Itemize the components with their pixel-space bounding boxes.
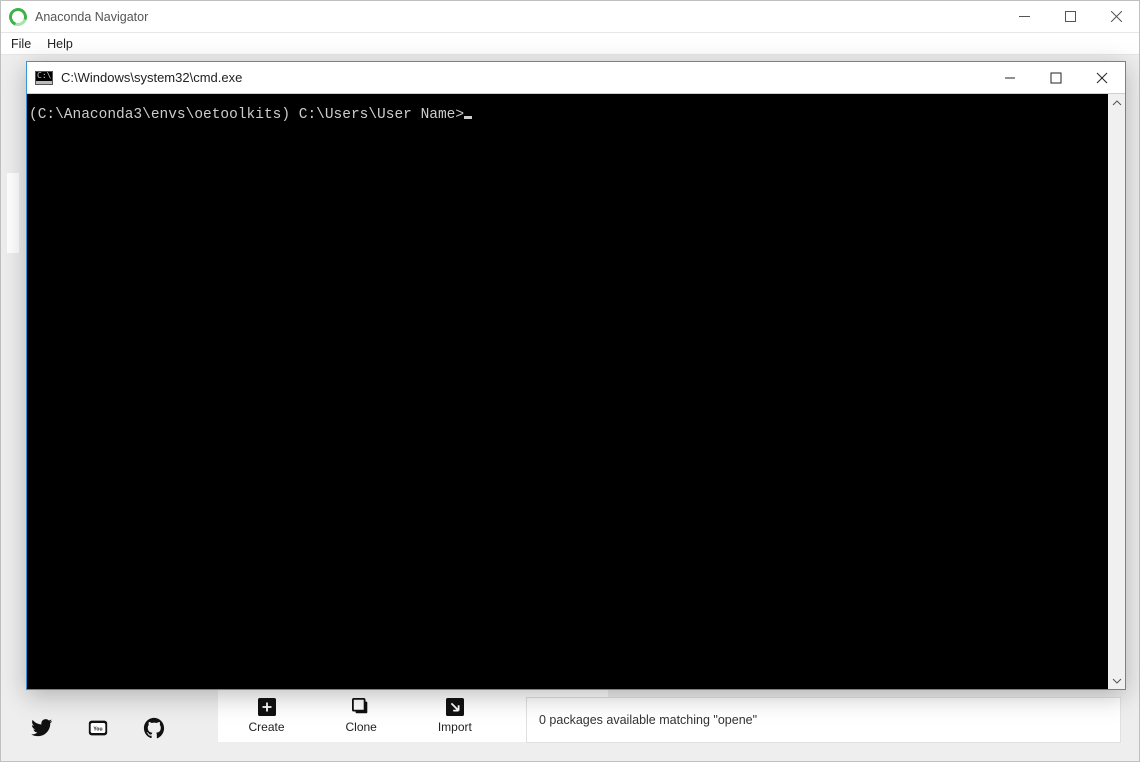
navigator-menubar: File Help [1, 33, 1139, 55]
cmd-body: (C:\Anaconda3\envs\oetoolkits) C:\Users\… [27, 94, 1125, 689]
navigator-maximize-button[interactable] [1047, 1, 1093, 32]
env-clone-label: Clone [345, 720, 376, 734]
cmd-window: C:\Windows\system32\cmd.exe (C:\Anaconda… [26, 61, 1126, 690]
svg-text:You: You [93, 726, 102, 732]
env-clone-button[interactable]: Clone [345, 698, 376, 734]
cmd-scrollbar[interactable] [1108, 94, 1125, 689]
cmd-terminal[interactable]: (C:\Anaconda3\envs\oetoolkits) C:\Users\… [27, 94, 1108, 689]
github-icon[interactable] [141, 717, 167, 739]
import-icon [446, 698, 464, 716]
chevron-down-icon [1112, 676, 1122, 686]
env-create-label: Create [248, 720, 284, 734]
navigator-close-button[interactable] [1093, 1, 1139, 32]
navigator-minimize-button[interactable] [1001, 1, 1047, 32]
env-create-button[interactable]: Create [248, 698, 284, 734]
cmd-close-button[interactable] [1079, 62, 1125, 93]
cmd-title: C:\Windows\system32\cmd.exe [61, 70, 987, 85]
menu-help[interactable]: Help [47, 37, 73, 51]
packages-status-text: 0 packages available matching "opene" [539, 713, 757, 727]
clone-icon [352, 698, 370, 716]
twitter-icon[interactable] [29, 717, 55, 739]
plus-square-icon [258, 698, 276, 716]
navigator-title: Anaconda Navigator [35, 10, 1001, 24]
navigator-social-links: You [29, 717, 167, 739]
youtube-icon[interactable]: You [85, 717, 111, 739]
cmd-window-controls [987, 62, 1125, 93]
navigator-window-controls [1001, 1, 1139, 32]
menu-file[interactable]: File [11, 37, 31, 51]
chevron-up-icon [1112, 98, 1122, 108]
scrollbar-down-button[interactable] [1108, 672, 1125, 689]
cmd-icon [35, 71, 53, 85]
anaconda-logo-icon [6, 5, 30, 29]
env-import-button[interactable]: Import [438, 698, 472, 734]
scrollbar-track[interactable] [1108, 111, 1125, 672]
cmd-prompt-text: (C:\Anaconda3\envs\oetoolkits) C:\Users\… [29, 107, 464, 123]
env-import-label: Import [438, 720, 472, 734]
navigator-packages-panel: 0 packages available matching "opene" [526, 697, 1121, 743]
cmd-titlebar[interactable]: C:\Windows\system32\cmd.exe [27, 62, 1125, 94]
navigator-sidebar-fragment [7, 173, 19, 253]
cmd-minimize-button[interactable] [987, 62, 1033, 93]
cmd-cursor [464, 116, 472, 119]
scrollbar-up-button[interactable] [1108, 94, 1125, 111]
cmd-maximize-button[interactable] [1033, 62, 1079, 93]
navigator-titlebar[interactable]: Anaconda Navigator [1, 1, 1139, 33]
